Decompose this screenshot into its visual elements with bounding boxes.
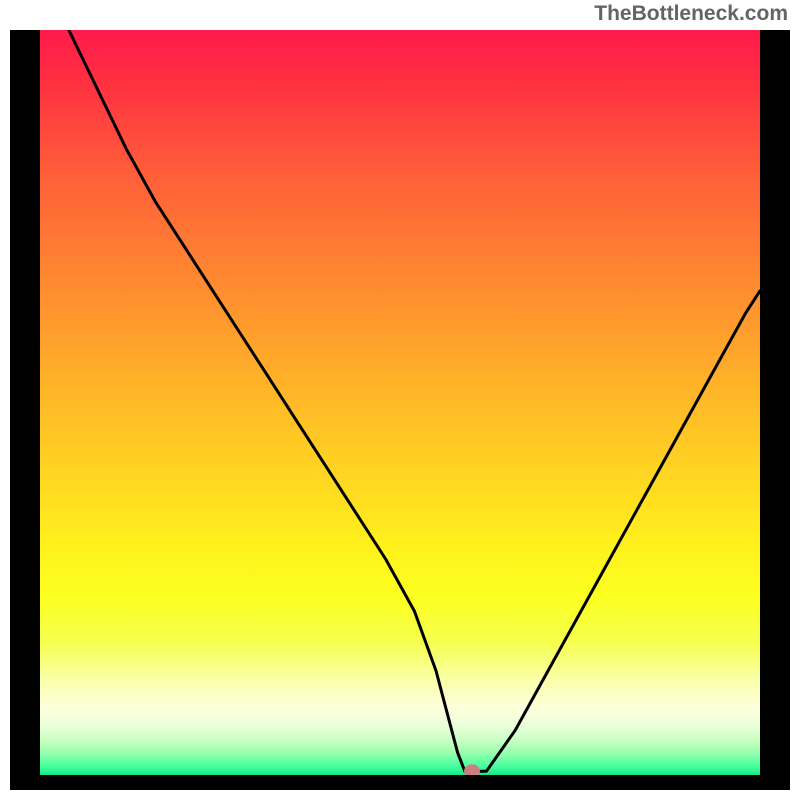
curve-svg	[40, 30, 760, 775]
chart-container: TheBottleneck.com	[0, 0, 800, 800]
watermark-text: TheBottleneck.com	[594, 2, 788, 26]
marker-dot	[464, 764, 480, 775]
plot-gradient-area	[40, 30, 760, 775]
bottleneck-curve-line	[69, 30, 760, 771]
chart-frame	[10, 30, 790, 790]
